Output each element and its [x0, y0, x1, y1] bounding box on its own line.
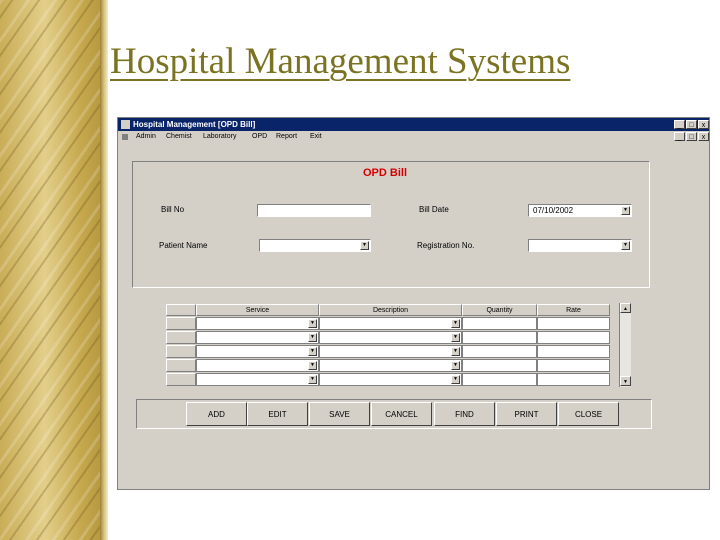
arrow-up-icon[interactable]: ▲ [620, 303, 631, 313]
menu-item-opd[interactable]: OPD [252, 131, 267, 143]
grid-vertical-scrollbar[interactable]: ▲ ▼ [619, 303, 631, 387]
decorative-side-edge [100, 0, 108, 540]
service-grid: Service Description Quantity Rate ▼ ▼ ▼ ▼ ▼ ▼… [138, 303, 635, 387]
mdi-maximize-button[interactable]: □ [686, 132, 697, 141]
menu-item-chemist[interactable]: Chemist [166, 131, 192, 143]
registration-no-label: Registration No. [417, 241, 475, 250]
form-heading: OPD Bill [363, 167, 408, 179]
chevron-down-icon[interactable]: ▼ [360, 241, 369, 250]
menu-app-icon [122, 134, 128, 140]
grid-cell-service[interactable]: ▼ [196, 345, 319, 358]
grid-cell-quantity[interactable] [462, 317, 537, 330]
window-titlebar[interactable]: Hospital Management [OPD Bill] _ □ x [118, 118, 709, 131]
mdi-minimize-button[interactable]: _ [674, 132, 685, 141]
grid-corner-header [166, 304, 196, 316]
chevron-down-icon[interactable]: ▼ [308, 333, 317, 342]
add-button[interactable]: ADD [186, 402, 247, 426]
grid-cell-description[interactable]: ▼ [319, 331, 462, 344]
decorative-side-bar [0, 0, 100, 540]
row-header[interactable] [166, 373, 196, 386]
row-header[interactable] [166, 331, 196, 344]
chevron-down-icon[interactable]: ▼ [308, 319, 317, 328]
row-header[interactable] [166, 317, 196, 330]
column-header-rate[interactable]: Rate [537, 304, 610, 316]
grid-cell-quantity[interactable] [462, 373, 537, 386]
minimize-button[interactable]: _ [674, 120, 685, 129]
arrow-down-icon[interactable]: ▼ [620, 376, 631, 386]
grid-cell-quantity[interactable] [462, 345, 537, 358]
chevron-down-icon[interactable]: ▼ [451, 347, 460, 356]
grid-cell-description[interactable]: ▼ [319, 373, 462, 386]
app-window: Hospital Management [OPD Bill] _ □ x Adm… [117, 117, 710, 490]
grid-cell-description[interactable]: ▼ [319, 317, 462, 330]
menu-item-laboratory[interactable]: Laboratory [203, 131, 236, 143]
grid-cell-description[interactable]: ▼ [319, 345, 462, 358]
patient-name-select[interactable]: ▼ [259, 239, 371, 252]
grid-cell-service[interactable]: ▼ [196, 373, 319, 386]
grid-cell-quantity[interactable] [462, 359, 537, 372]
menu-bar: Admin Chemist Laboratory OPD Report Exit… [118, 131, 709, 143]
chevron-down-icon[interactable]: ▼ [451, 333, 460, 342]
column-header-service[interactable]: Service [196, 304, 319, 316]
mdi-close-button[interactable]: x [698, 132, 709, 141]
window-title: Hospital Management [OPD Bill] [133, 120, 256, 129]
chevron-down-icon[interactable]: ▼ [451, 361, 460, 370]
grid-cell-quantity[interactable] [462, 331, 537, 344]
grid-cell-service[interactable]: ▼ [196, 331, 319, 344]
chevron-down-icon[interactable]: ▼ [451, 375, 460, 384]
registration-no-select[interactable]: ▼ [528, 239, 632, 252]
grid-cell-rate[interactable] [537, 359, 610, 372]
close-form-button[interactable]: CLOSE [558, 402, 619, 426]
grid-cell-rate[interactable] [537, 331, 610, 344]
column-header-quantity[interactable]: Quantity [462, 304, 537, 316]
app-icon [121, 120, 130, 129]
menu-item-admin[interactable]: Admin [136, 131, 156, 143]
bill-date-value: 07/10/2002 [533, 206, 574, 215]
grid-cell-rate[interactable] [537, 373, 610, 386]
bill-date-select[interactable]: 07/10/2002 ▼ [528, 204, 632, 217]
cancel-button[interactable]: CANCEL [371, 402, 432, 426]
menu-item-report[interactable]: Report [276, 131, 297, 143]
maximize-button[interactable]: □ [686, 120, 697, 129]
grid-cell-service[interactable]: ▼ [196, 359, 319, 372]
grid-cell-service[interactable]: ▼ [196, 317, 319, 330]
chevron-down-icon[interactable]: ▼ [621, 241, 630, 250]
save-button[interactable]: SAVE [309, 402, 370, 426]
action-button-bar: ADD EDIT SAVE CANCEL FIND PRINT CLOSE [136, 399, 652, 429]
column-header-description[interactable]: Description [319, 304, 462, 316]
chevron-down-icon[interactable]: ▼ [308, 361, 317, 370]
bill-date-label: Bill Date [419, 205, 449, 214]
slide-title: Hospital Management Systems [110, 41, 571, 82]
chevron-down-icon[interactable]: ▼ [308, 347, 317, 356]
row-header[interactable] [166, 359, 196, 372]
grid-cell-description[interactable]: ▼ [319, 359, 462, 372]
row-header[interactable] [166, 345, 196, 358]
bill-header-panel: OPD Bill Bill No Bill Date 07/10/2002 ▼ … [132, 161, 650, 288]
chevron-down-icon[interactable]: ▼ [451, 319, 460, 328]
bill-no-input[interactable] [257, 204, 371, 217]
chevron-down-icon[interactable]: ▼ [308, 375, 317, 384]
find-button[interactable]: FIND [434, 402, 495, 426]
menu-item-exit[interactable]: Exit [310, 131, 322, 143]
chevron-down-icon[interactable]: ▼ [621, 206, 630, 215]
patient-name-label: Patient Name [159, 241, 208, 250]
grid-cell-rate[interactable] [537, 317, 610, 330]
grid-cell-rate[interactable] [537, 345, 610, 358]
bill-no-label: Bill No [161, 205, 185, 214]
close-button[interactable]: x [698, 120, 709, 129]
edit-button[interactable]: EDIT [247, 402, 308, 426]
print-button[interactable]: PRINT [496, 402, 557, 426]
